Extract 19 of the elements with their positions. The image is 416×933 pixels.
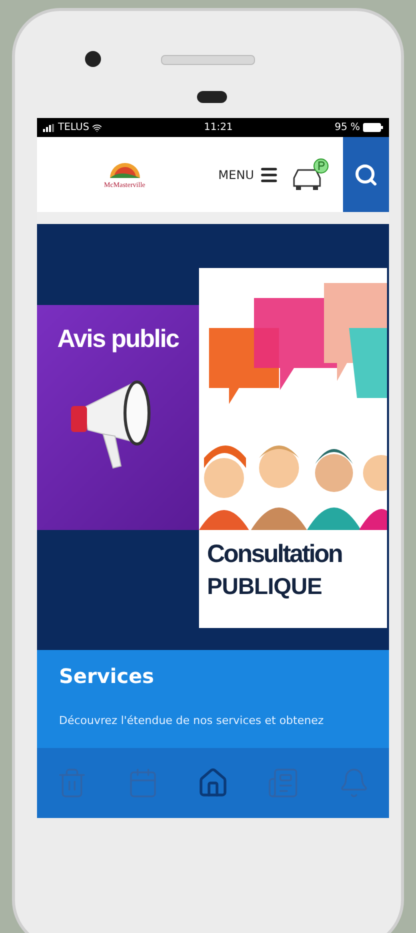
clock-time: 11:21 — [204, 122, 233, 133]
battery-icon — [363, 123, 383, 132]
battery-percent: 95 % — [334, 122, 360, 133]
services-title: Services — [59, 664, 156, 688]
sensor-pill — [197, 91, 227, 103]
signal-icon — [43, 124, 55, 132]
search-icon — [354, 162, 378, 186]
menu-button[interactable]: MENU — [212, 137, 285, 212]
banner-subtitle: PUBLIQUE — [206, 572, 323, 600]
parking-car-icon[interactable] — [291, 158, 329, 192]
search-button[interactable] — [343, 137, 389, 212]
banner-title: Consultation — [206, 539, 343, 569]
banner-title: Avis public — [57, 325, 179, 354]
logo-icon — [108, 160, 142, 180]
notice-banner[interactable]: Avis public — [37, 305, 199, 530]
services-description: Découvrez l'étendue de nos services et obtenez — [59, 714, 325, 727]
camera-dot — [85, 51, 101, 67]
wifi-icon — [92, 122, 102, 132]
carrier-name: TELUS — [58, 122, 90, 133]
